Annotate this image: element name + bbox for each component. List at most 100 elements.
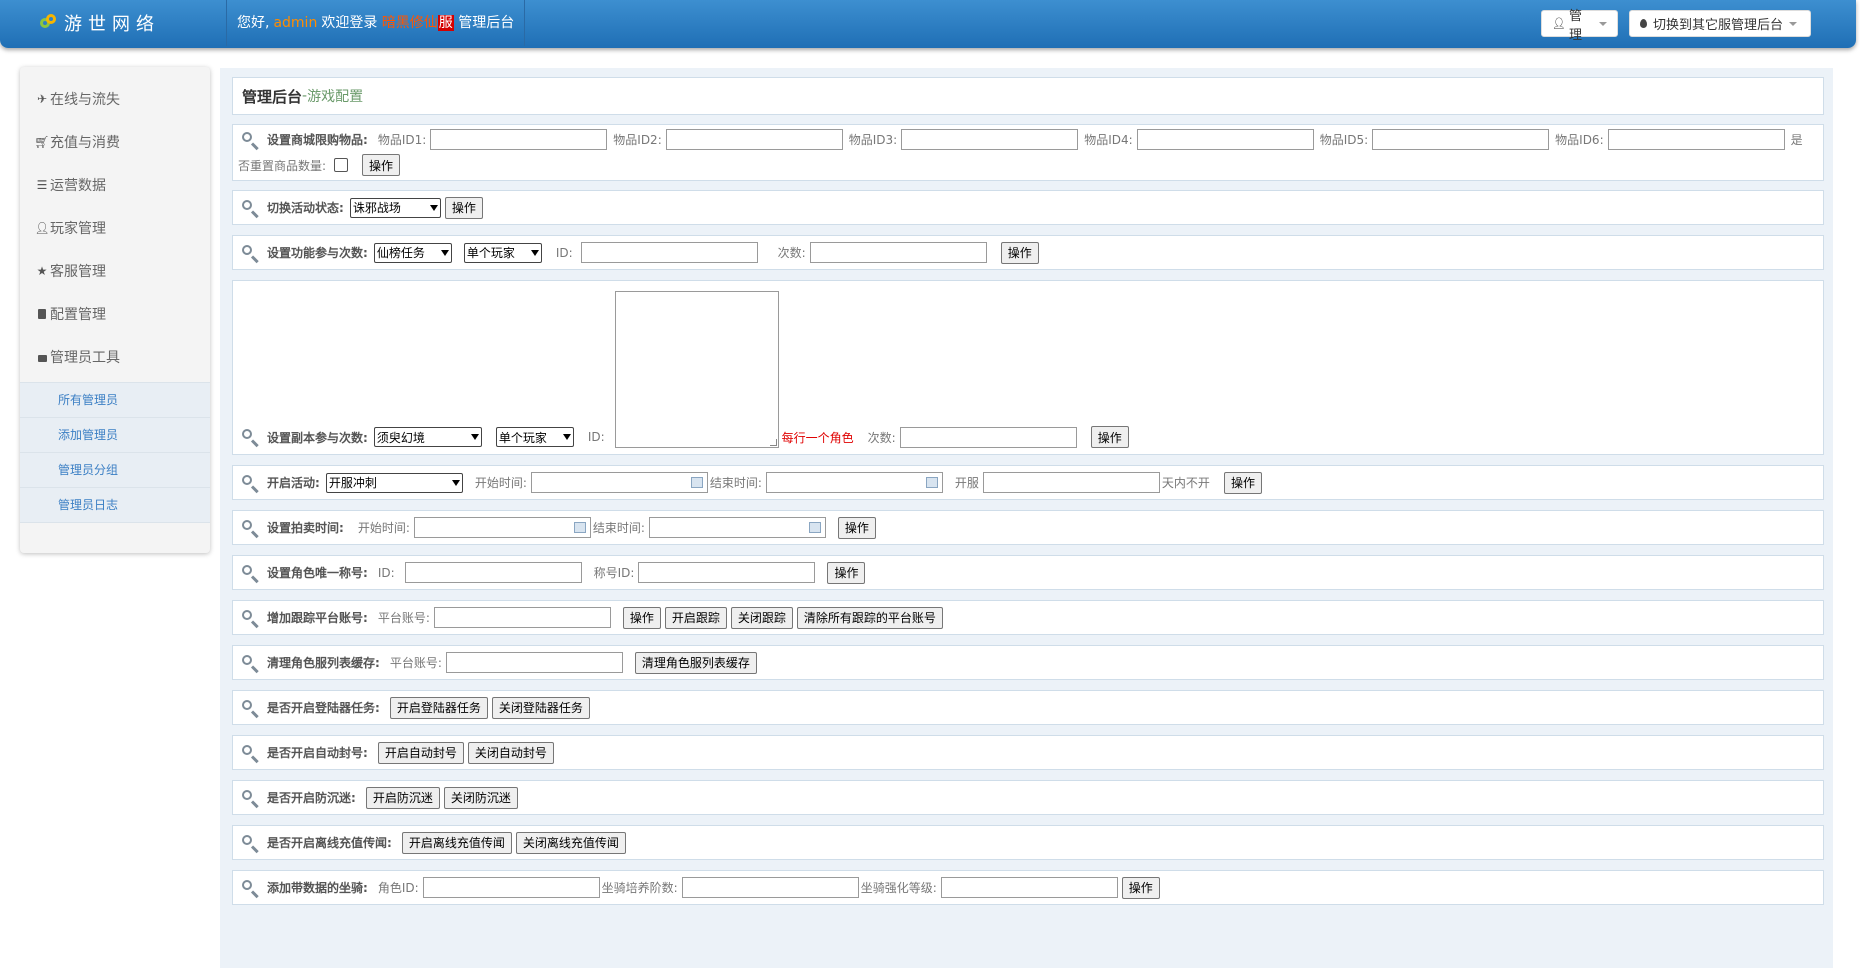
open-activity-label: 开启活动: — [267, 476, 320, 490]
role-id-input[interactable] — [404, 562, 582, 583]
stop-tracking-button[interactable]: 关闭跟踪 — [730, 606, 793, 629]
welcome-text: 欢迎登录 — [321, 15, 378, 31]
item-id-4-input[interactable] — [1136, 129, 1314, 150]
start-tracking-button[interactable]: 开启跟踪 — [664, 606, 727, 629]
reset-quantity-checkbox[interactable] — [334, 158, 349, 172]
enable-auto-ban-button[interactable]: 开启自动封号 — [377, 741, 464, 764]
page-subtitle: 游戏配置 — [307, 89, 364, 105]
auction-end-time-input[interactable] — [648, 517, 826, 538]
strengthen-level-label: 坐骑强化等级: — [860, 881, 937, 895]
admin-text: 管理后台 — [458, 15, 515, 31]
dungeon-count-input[interactable] — [899, 426, 1077, 448]
sidebar-item-admin-tools[interactable]: 管理员工具 — [20, 335, 210, 378]
clear-cache-label: 清理角色服列表缓存: — [267, 656, 380, 670]
mount-strengthen-level-input[interactable] — [940, 877, 1118, 898]
lock-icon — [36, 351, 48, 363]
track-account-input[interactable] — [433, 607, 611, 628]
start-time-label: 开始时间: — [357, 521, 410, 535]
cache-account-input[interactable] — [445, 652, 623, 673]
shop-limit-submit-button[interactable]: 操作 — [362, 154, 401, 176]
open-server-days-input[interactable] — [982, 472, 1160, 493]
item-id-label: 物品ID4: — [1084, 133, 1133, 147]
id-label: ID: — [377, 565, 395, 580]
enable-anti-addiction-button[interactable]: 开启防沉迷 — [365, 786, 440, 809]
function-count-submit-button[interactable]: 操作 — [1000, 241, 1039, 264]
track-submit-button[interactable]: 操作 — [622, 606, 661, 629]
disable-login-task-button[interactable]: 关闭登陆器任务 — [491, 696, 590, 719]
item-id-6-input[interactable] — [1607, 129, 1785, 150]
open-server-label: 开服 — [954, 476, 979, 490]
sidebar-subitem-all-admins[interactable]: 所有管理员 — [20, 382, 210, 417]
item-id-2-input[interactable] — [665, 129, 843, 150]
sidebar-item-online[interactable]: ✈︎ 在线与流失 — [20, 77, 210, 120]
player-scope-select[interactable]: 单个玩家 — [463, 242, 542, 263]
sidebar-subitem-add-admin[interactable]: 添加管理员 — [20, 417, 210, 452]
mount-role-id-input[interactable] — [422, 877, 600, 898]
search-icon — [241, 474, 261, 493]
open-activity-select[interactable]: 开服冲刺 — [325, 472, 463, 493]
offline-recharge-panel: 是否开启离线充值传闻: 开启离线充值传闻 关闭离线充值传闻 — [232, 825, 1824, 860]
function-select[interactable]: 仙榜任务 — [373, 242, 452, 263]
track-account-label: 增加跟踪平台账号: — [267, 611, 368, 625]
clear-cache-button[interactable]: 清理角色服列表缓存 — [634, 651, 757, 674]
switch-server-dropdown[interactable]: 切换到其它服管理后台 — [1629, 10, 1811, 37]
player-scope-select[interactable]: 单个玩家 — [495, 427, 574, 447]
sidebar-item-config[interactable]: 配置管理 — [20, 292, 210, 335]
search-icon — [241, 744, 261, 763]
sidebar-subitem-admin-groups[interactable]: 管理员分组 — [20, 452, 210, 487]
unique-title-submit-button[interactable]: 操作 — [827, 561, 866, 584]
logo-icon — [40, 14, 58, 32]
login-task-label: 是否开启登陆器任务: — [267, 701, 380, 715]
clear-tracked-accounts-button[interactable]: 清除所有跟踪的平台账号 — [796, 606, 943, 629]
sidebar-item-recharge[interactable]: 🛒︎ 充值与消费 — [20, 120, 210, 163]
add-mount-submit-button[interactable]: 操作 — [1121, 876, 1160, 899]
search-icon — [241, 699, 261, 718]
brand-logo[interactable]: 游世网络 — [40, 10, 160, 36]
manage-dropdown[interactable]: 👤︎ 管理 — [1541, 9, 1618, 43]
search-icon — [241, 609, 261, 628]
enable-offline-recharge-button[interactable]: 开启离线充值传闻 — [401, 831, 512, 854]
activity-switch-submit-button[interactable]: 操作 — [444, 196, 483, 219]
function-id-input[interactable] — [580, 242, 758, 263]
search-icon — [241, 244, 261, 263]
sidebar-subitem-admin-logs[interactable]: 管理员日志 — [20, 487, 210, 523]
welcome-message: 您好, admin 欢迎登录 暗黑修仙服 管理后台 — [226, 0, 526, 46]
auto-ban-label: 是否开启自动封号: — [267, 746, 368, 760]
dungeon-count-submit-button[interactable]: 操作 — [1090, 426, 1129, 448]
sidebar-item-operations[interactable]: ☰ 运营数据 — [20, 163, 210, 206]
item-id-3-input[interactable] — [901, 129, 1079, 150]
activity-select[interactable]: 诛邪战场 — [349, 197, 441, 218]
role-ids-textarea[interactable] — [614, 291, 779, 448]
chevron-down-icon — [1789, 21, 1798, 26]
unique-title-panel: 设置角色唯一称号: ID: 称号ID: 操作 — [232, 555, 1824, 590]
auction-submit-button[interactable]: 操作 — [837, 516, 876, 539]
activity-end-time-input[interactable] — [765, 472, 943, 493]
disable-auto-ban-button[interactable]: 关闭自动封号 — [467, 741, 554, 764]
player-scope-value: 单个玩家 — [498, 430, 547, 445]
dungeon-select[interactable]: 须臾幻境 — [373, 427, 482, 447]
book-icon — [36, 308, 48, 320]
function-count-input[interactable] — [809, 242, 987, 263]
page-header: 管理后台 - 游戏配置 — [232, 77, 1824, 115]
item-id-label: 物品ID3: — [848, 133, 898, 147]
dungeon-select-value: 须臾幻境 — [376, 430, 425, 445]
star-icon: ★ — [36, 263, 48, 278]
sidebar-item-support[interactable]: ★ 客服管理 — [20, 249, 210, 292]
disable-offline-recharge-button[interactable]: 关闭离线充值传闻 — [515, 831, 626, 854]
shop-limit-label: 设置商城限购物品: — [267, 133, 368, 147]
item-id-5-input[interactable] — [1372, 129, 1550, 150]
title-id-input[interactable] — [638, 562, 816, 583]
plane-icon: ✈︎ — [36, 91, 48, 106]
chevron-down-icon — [440, 249, 449, 256]
username: admin — [273, 15, 318, 31]
search-icon — [241, 879, 261, 898]
sidebar-item-players[interactable]: 👤︎ 玩家管理 — [20, 206, 210, 249]
activity-start-time-input[interactable] — [530, 472, 708, 493]
auction-start-time-input[interactable] — [413, 517, 591, 538]
disable-anti-addiction-button[interactable]: 关闭防沉迷 — [443, 786, 518, 809]
server-badge: 服 — [437, 15, 454, 31]
enable-login-task-button[interactable]: 开启登陆器任务 — [389, 696, 488, 719]
open-activity-submit-button[interactable]: 操作 — [1223, 471, 1262, 494]
item-id-1-input[interactable] — [430, 129, 608, 150]
mount-train-level-input[interactable] — [681, 877, 859, 898]
